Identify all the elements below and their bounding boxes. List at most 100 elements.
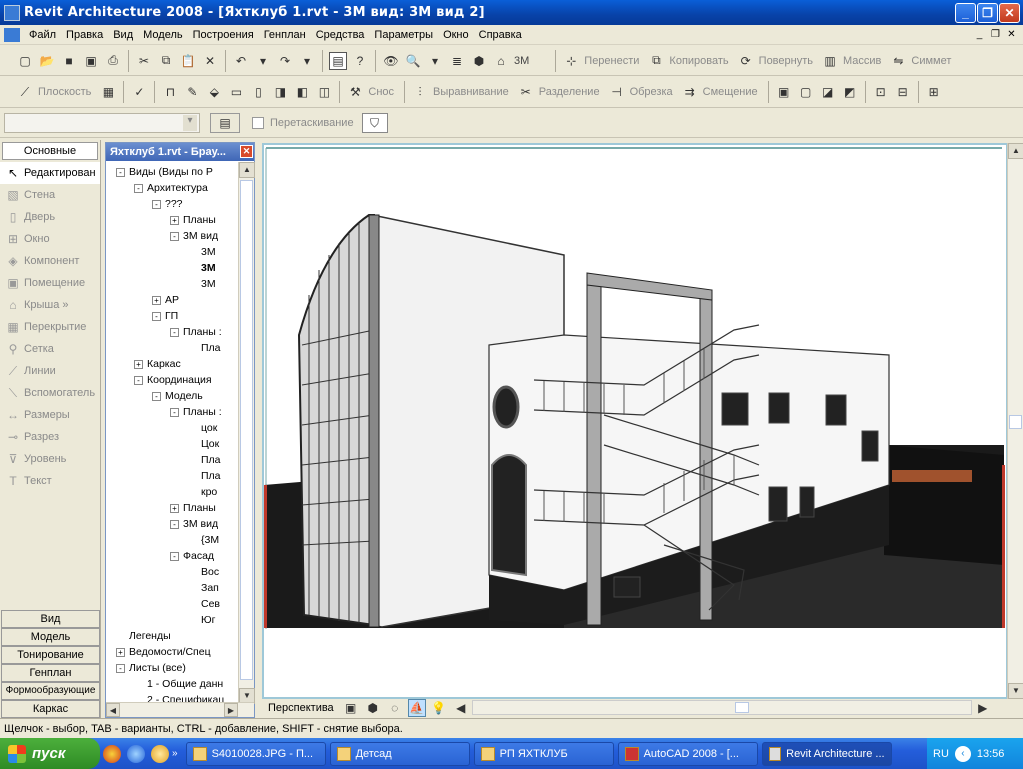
tool-wall[interactable]: ▧ Стена [0,184,100,206]
menu-site[interactable]: Генплан [259,29,311,41]
menu-drafting[interactable]: Построения [188,29,259,41]
quicklaunch-icon[interactable] [151,744,169,763]
zoom-icon[interactable]: 🔍 [404,52,422,70]
tool-grid[interactable]: ⚲ Сетка [0,338,100,360]
tree-node[interactable]: + Ведомости/Спец [116,644,211,660]
rotate-icon[interactable]: ⟳ [737,52,755,70]
trim-button[interactable]: Обрезка [630,86,673,98]
collapse-icon[interactable]: - [152,311,161,321]
group-icon[interactable]: ▣ [775,83,793,101]
array-button[interactable]: Массив [843,55,881,67]
tree-node[interactable]: - Виды (Виды по Р [116,164,213,180]
drag-checkbox[interactable] [252,117,264,129]
sync-icon[interactable]: ▣ [82,52,100,70]
pick-icon[interactable]: ✎ [183,83,201,101]
mirror-icon[interactable]: ⇋ [889,52,907,70]
task-autocad[interactable]: AutoCAD 2008 - [... [617,741,758,766]
opera-icon[interactable] [103,744,121,763]
split-face-icon[interactable]: ◧ [293,83,311,101]
collapse-icon[interactable]: - [134,183,143,193]
move-button[interactable]: Перенести [584,55,639,67]
detail-level-icon[interactable]: ▣ [342,699,360,717]
resize-icon[interactable]: ⊞ [925,83,943,101]
tree-node[interactable]: Юг [188,612,215,628]
browser-header[interactable]: Яхтклуб 1.rvt - Брау... ✕ [106,143,254,161]
undo-icon[interactable]: ↶ [232,52,250,70]
tab-view[interactable]: Вид [1,610,100,628]
tool-section[interactable]: ⊸ Разрез [0,426,100,448]
tab-rendering[interactable]: Тонирование [1,646,100,664]
tree-node[interactable]: + АР [152,292,179,308]
new-icon[interactable]: ▢ [16,52,34,70]
light-bulb-icon[interactable]: 💡 [430,699,448,717]
undo-dropdown-icon[interactable]: ▾ [254,52,272,70]
collapse-icon[interactable]: - [116,167,125,177]
tool-text[interactable]: T Текст [0,470,100,492]
tool-roof[interactable]: ⌂ Крыша » [0,294,100,316]
doc-close-button[interactable]: ✕ [1004,27,1019,42]
redo-dropdown-icon[interactable]: ▾ [298,52,316,70]
cut-geometry-icon[interactable]: ◨ [271,83,289,101]
tree-node[interactable]: 3М [188,244,216,260]
collapse-icon[interactable]: - [170,407,179,417]
thin-lines-icon[interactable]: ≣ [448,52,466,70]
scroll-right-arrow-icon[interactable]: ▶ [224,703,238,717]
scroll-down-arrow-icon[interactable]: ▼ [1008,683,1023,699]
wall-join-icon[interactable]: ◫ [315,83,333,101]
tree-node[interactable]: - Планы : [170,324,222,340]
beam-icon[interactable]: ⊓ [161,83,179,101]
task-folder-rp[interactable]: РП ЯХТКЛУБ [473,741,614,766]
task-folder-detsad[interactable]: Детсад [329,741,470,766]
tree-node[interactable]: {3М [188,532,219,548]
tree-node[interactable]: - Фасад [170,548,214,564]
tab-basics[interactable]: Основные [2,142,98,160]
pattern-icon[interactable]: ▦ [99,83,117,101]
delete-icon[interactable]: ✕ [201,52,219,70]
tree-node[interactable]: + Планы [170,500,216,516]
print-icon[interactable]: ⎙ [104,52,122,70]
doc-minimize-button[interactable]: _ [972,27,987,42]
tree-node[interactable]: цок [188,420,217,436]
tab-site[interactable]: Генплан [1,664,100,682]
scroll-thumb[interactable] [1009,415,1022,429]
scroll-right-arrow-icon[interactable]: ▶ [974,699,992,717]
tree-node[interactable]: Цок [188,436,219,452]
tree-node[interactable]: 3М [188,276,216,292]
cube-icon[interactable]: ⬢ [470,52,488,70]
copy-icon[interactable]: ⧉ [157,52,175,70]
tree-node[interactable]: + Каркас [134,356,181,372]
browser-vertical-scrollbar[interactable]: ▲ ▼ [238,162,255,704]
paint-icon[interactable]: ⬙ [205,83,223,101]
ie-icon[interactable] [127,744,145,763]
scroll-up-arrow-icon[interactable]: ▲ [1008,143,1023,159]
tree-node[interactable]: Сев [188,596,220,612]
save-icon[interactable]: ■ [60,52,78,70]
start-button[interactable]: пуск [0,738,100,769]
tree-node[interactable]: Пла [188,468,221,484]
tree-node[interactable]: -3М вид [170,516,218,532]
offset-icon[interactable]: ⇉ [681,83,699,101]
expand-icon[interactable]: + [116,647,125,657]
collapse-icon[interactable]: - [170,519,179,529]
tree-node[interactable]: - Модель [152,388,203,404]
cut-icon[interactable]: ✂ [135,52,153,70]
tree-node[interactable]: кро [188,484,217,500]
task-revit[interactable]: Revit Architecture ... [761,741,892,766]
tree-node[interactable]: Пла [188,340,221,356]
menu-model[interactable]: Модель [138,29,187,41]
menu-view[interactable]: Вид [108,29,138,41]
paste-icon[interactable]: 📋 [179,52,197,70]
edit-group-icon[interactable]: ◪ [819,83,837,101]
collapse-icon[interactable]: - [170,327,179,337]
scroll-left-arrow-icon[interactable]: ◀ [106,703,120,717]
language-indicator[interactable]: RU [933,748,949,760]
collapse-icon[interactable]: - [152,199,161,209]
ungroup-icon[interactable]: ▢ [797,83,815,101]
open-icon[interactable]: 📂 [38,52,56,70]
tree-node[interactable]: - Листы (все) [116,660,186,676]
array-icon[interactable]: ▥ [821,52,839,70]
help-pointer-icon[interactable]: ? [351,52,369,70]
tool-component[interactable]: ◈ Компонент [0,250,100,272]
rotate-button[interactable]: Повернуть [759,55,813,67]
type-selector-dropdown[interactable] [4,113,200,133]
